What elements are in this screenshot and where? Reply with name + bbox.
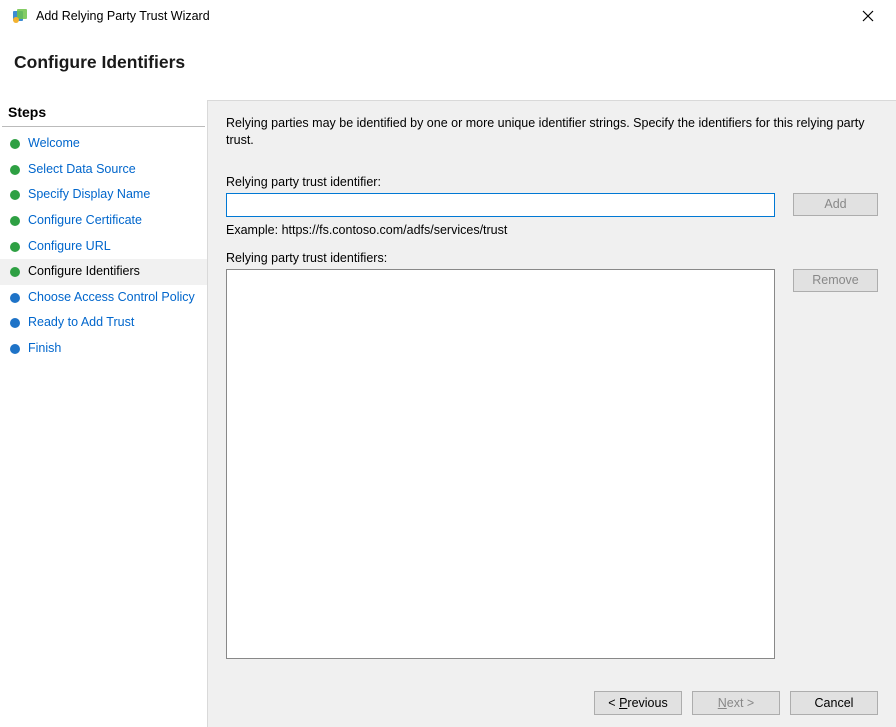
step-label: Configure URL [28, 239, 111, 255]
previous-button[interactable]: < Previous [594, 691, 682, 715]
step-label: Configure Certificate [28, 213, 142, 229]
step-label: Ready to Add Trust [28, 315, 134, 331]
identifier-input-label: Relying party trust identifier: [226, 175, 878, 189]
identifier-input[interactable] [226, 193, 775, 217]
step-bullet-icon [10, 344, 20, 354]
step-label: Select Data Source [28, 162, 136, 178]
work-area: Steps Welcome Select Data Source Specify… [0, 100, 896, 727]
step-bullet-icon [10, 165, 20, 175]
identifier-example-text: Example: https://fs.contoso.com/adfs/ser… [226, 223, 878, 237]
step-specify-display-name[interactable]: Specify Display Name [0, 182, 207, 208]
step-bullet-icon [10, 293, 20, 303]
page-heading: Configure Identifiers [14, 52, 882, 73]
close-icon [862, 10, 874, 22]
step-configure-url[interactable]: Configure URL [0, 234, 207, 260]
step-label: Finish [28, 341, 61, 357]
step-bullet-icon [10, 318, 20, 328]
identifier-list-label: Relying party trust identifiers: [226, 251, 878, 265]
btn-rest: ext > [727, 696, 754, 710]
btn-ul: N [718, 696, 727, 710]
step-label: Specify Display Name [28, 187, 150, 203]
content-pane: Relying parties may be identified by one… [207, 100, 896, 727]
btn-prefix: < [608, 696, 619, 710]
steps-sidebar: Steps Welcome Select Data Source Specify… [0, 100, 207, 727]
cancel-button[interactable]: Cancel [790, 691, 878, 715]
steps-list: Welcome Select Data Source Specify Displ… [0, 131, 207, 362]
step-label: Welcome [28, 136, 80, 152]
app-icon [12, 8, 28, 24]
identifier-listbox[interactable] [226, 269, 775, 659]
add-button[interactable]: Add [793, 193, 878, 216]
wizard-footer: < Previous Next > Cancel [226, 675, 878, 715]
window-title: Add Relying Party Trust Wizard [36, 9, 848, 23]
close-button[interactable] [848, 2, 888, 30]
page-header: Configure Identifiers [0, 32, 896, 89]
steps-header: Steps [2, 100, 205, 127]
step-select-data-source[interactable]: Select Data Source [0, 157, 207, 183]
remove-button[interactable]: Remove [793, 269, 878, 292]
step-finish[interactable]: Finish [0, 336, 207, 362]
description-text: Relying parties may be identified by one… [226, 115, 866, 149]
step-label: Configure Identifiers [28, 264, 140, 280]
step-bullet-icon [10, 267, 20, 277]
btn-rest: revious [627, 696, 667, 710]
step-choose-access-control-policy[interactable]: Choose Access Control Policy [0, 285, 207, 311]
step-bullet-icon [10, 190, 20, 200]
step-ready-to-add-trust[interactable]: Ready to Add Trust [0, 310, 207, 336]
step-configure-identifiers[interactable]: Configure Identifiers [0, 259, 207, 285]
step-label: Choose Access Control Policy [28, 290, 195, 306]
title-bar: Add Relying Party Trust Wizard [0, 0, 896, 32]
step-bullet-icon [10, 242, 20, 252]
next-button[interactable]: Next > [692, 691, 780, 715]
step-bullet-icon [10, 216, 20, 226]
step-configure-certificate[interactable]: Configure Certificate [0, 208, 207, 234]
step-bullet-icon [10, 139, 20, 149]
step-welcome[interactable]: Welcome [0, 131, 207, 157]
